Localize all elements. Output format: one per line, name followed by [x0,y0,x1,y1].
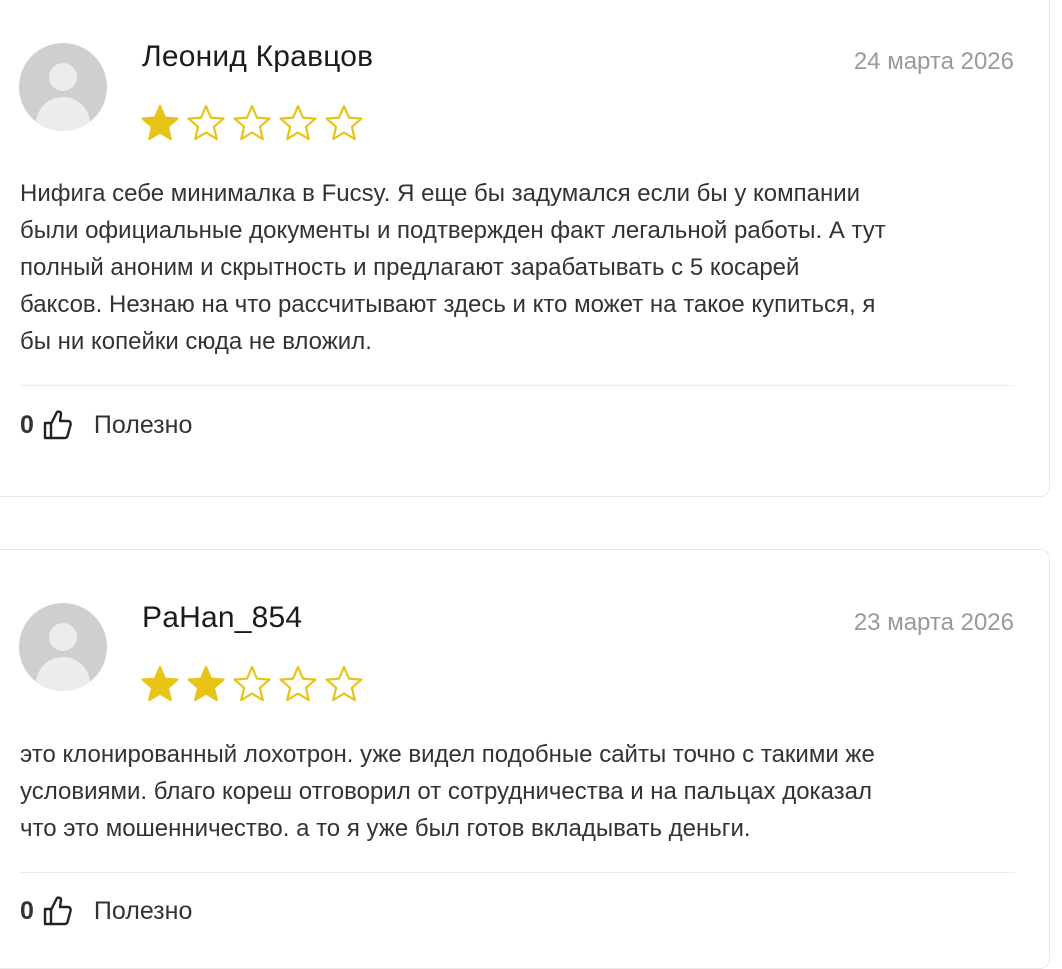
thumbs-up-icon[interactable] [42,409,72,441]
review-card: PaHan_854 23 марта 2026 это клонированны… [0,549,1050,969]
review-author: Леонид Кравцов [142,40,374,73]
star-outline-icon [233,665,271,702]
star-filled-icon [187,665,225,702]
review-date: 24 марта 2026 [853,48,1014,75]
review-text: Нифига себе минималка в Fucsy. Я еще бы … [20,180,886,355]
star-outline-icon [233,104,271,141]
helpful-count: 0 [20,896,34,925]
review-date: 23 марта 2026 [853,609,1014,636]
review-author: PaHan_854 [142,601,303,634]
star-rating [140,664,364,704]
helpful-button[interactable]: Полезно [94,897,192,926]
star-outline-icon [187,104,225,141]
divider [20,385,1015,386]
star-filled-icon [141,104,179,141]
star-filled-icon [141,665,179,702]
star-rating [140,103,364,143]
user-avatar-icon [19,603,107,691]
review-text: это клонированный лохотрон. уже видел по… [20,741,875,842]
star-outline-icon [279,104,317,141]
thumbs-up-icon[interactable] [42,895,72,927]
helpful-row: 0 Полезно [20,407,192,443]
star-outline-icon [325,104,363,141]
star-outline-icon [279,665,317,702]
review-card: Леонид Кравцов 24 марта 2026 Нифига себе… [0,0,1050,497]
helpful-row: 0 Полезно [20,893,192,929]
divider [20,872,1015,873]
helpful-count: 0 [20,410,34,439]
star-outline-icon [325,665,363,702]
user-avatar-icon [19,43,107,131]
helpful-button[interactable]: Полезно [94,411,192,440]
